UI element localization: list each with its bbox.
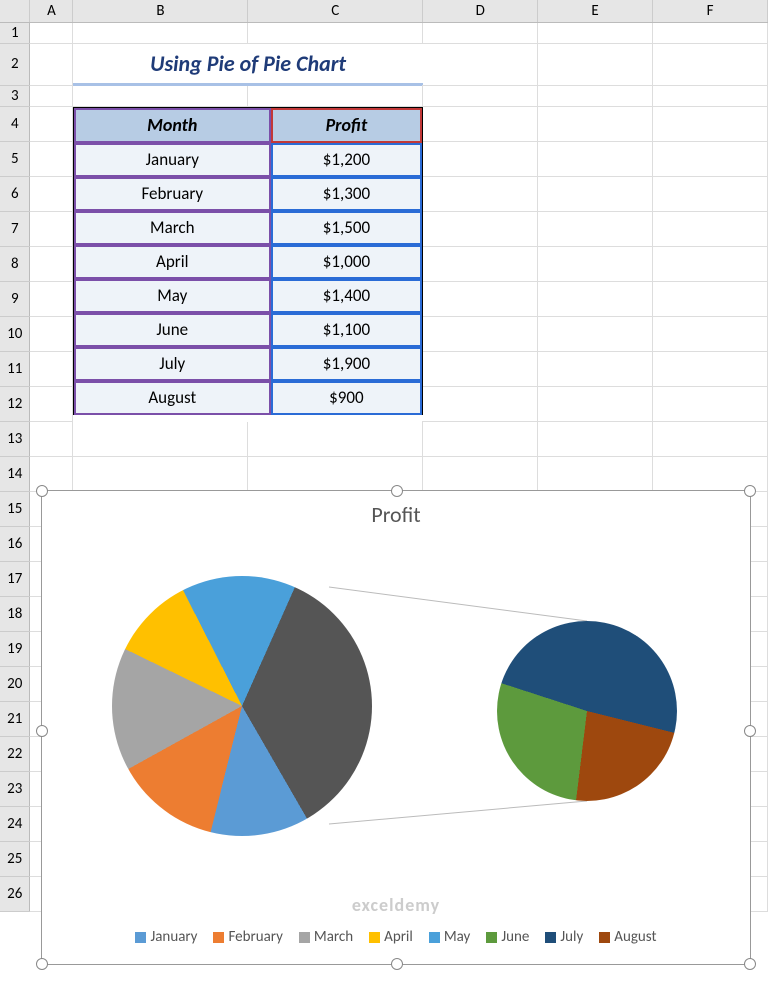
row-header[interactable]: 25 (0, 842, 30, 877)
row-header[interactable]: 24 (0, 807, 30, 842)
primary-pie[interactable] (112, 576, 372, 836)
cell-month[interactable]: July (74, 347, 271, 381)
cell-month[interactable]: August (74, 381, 271, 415)
col-header-A[interactable]: A (30, 0, 73, 22)
legend-item[interactable]: March (299, 928, 353, 946)
cell-month[interactable]: January (74, 143, 271, 177)
row-header[interactable]: 14 (0, 457, 30, 492)
row-header[interactable]: 22 (0, 737, 30, 772)
row-header[interactable]: 4 (0, 107, 30, 142)
legend-item[interactable]: July (545, 928, 583, 946)
row-header[interactable]: 23 (0, 772, 30, 807)
row-header[interactable]: 26 (0, 877, 30, 912)
cell-month[interactable]: February (74, 177, 271, 211)
secondary-pie[interactable] (497, 621, 677, 801)
watermark: exceldemy (352, 894, 440, 916)
cell-month[interactable]: March (74, 211, 271, 245)
chart-object[interactable]: Profit exceldemy January February March Apr… (41, 490, 751, 965)
header-profit[interactable]: Profit (271, 108, 423, 143)
row-header[interactable]: 15 (0, 492, 30, 527)
resize-handle[interactable] (36, 958, 48, 970)
chart-legend[interactable]: January February March April May June July Augu… (42, 928, 750, 946)
row-header[interactable]: 5 (0, 142, 30, 177)
data-table[interactable]: Month Profit January$1,200 February$1,30… (73, 107, 422, 415)
legend-item[interactable]: February (213, 928, 282, 946)
row-header[interactable]: 8 (0, 247, 30, 282)
cell-month[interactable]: June (74, 313, 271, 347)
cell-profit[interactable]: $900 (271, 381, 423, 415)
col-header-F[interactable]: F (653, 0, 768, 22)
resize-handle[interactable] (36, 725, 48, 737)
col-header-E[interactable]: E (538, 0, 653, 22)
col-header-C[interactable]: C (248, 0, 423, 22)
legend-item[interactable]: January (135, 928, 197, 946)
resize-handle[interactable] (391, 958, 403, 970)
row-header[interactable]: 13 (0, 422, 30, 457)
cell-profit[interactable]: $1,400 (271, 279, 423, 313)
legend-item[interactable]: May (429, 928, 471, 946)
legend-item[interactable]: April (369, 928, 413, 946)
resize-handle[interactable] (744, 725, 756, 737)
cell-profit[interactable]: $1,000 (271, 245, 423, 279)
resize-handle[interactable] (744, 958, 756, 970)
cell-month[interactable]: April (74, 245, 271, 279)
row-header[interactable]: 17 (0, 562, 30, 597)
cell-profit[interactable]: $1,100 (271, 313, 423, 347)
chart-title[interactable]: Profit (42, 501, 750, 528)
row-header[interactable]: 10 (0, 317, 30, 352)
row-header[interactable]: 1 (0, 22, 30, 43)
legend-item[interactable]: August (599, 928, 656, 946)
cell-month[interactable]: May (74, 279, 271, 313)
resize-handle[interactable] (744, 485, 756, 497)
row-header[interactable]: 21 (0, 702, 30, 737)
cell-profit[interactable]: $1,200 (271, 143, 423, 177)
col-header-B[interactable]: B (73, 0, 248, 22)
row-header[interactable]: 16 (0, 527, 30, 562)
row-header[interactable]: 12 (0, 387, 30, 422)
row-header[interactable]: 9 (0, 282, 30, 317)
col-header-D[interactable]: D (423, 0, 538, 22)
row-header[interactable]: 11 (0, 352, 30, 387)
resize-handle[interactable] (36, 485, 48, 497)
row-header[interactable]: 2 (0, 43, 30, 86)
select-all-cell[interactable] (0, 0, 30, 22)
legend-item[interactable]: June (486, 928, 529, 946)
row-header[interactable]: 7 (0, 212, 30, 247)
resize-handle[interactable] (391, 485, 403, 497)
row-header[interactable]: 20 (0, 667, 30, 702)
row-header[interactable]: 18 (0, 597, 30, 632)
row-header[interactable]: 3 (0, 86, 30, 107)
header-month[interactable]: Month (74, 108, 271, 143)
cell-profit[interactable]: $1,900 (271, 347, 423, 381)
row-header[interactable]: 6 (0, 177, 30, 212)
worksheet-title: Using Pie of Pie Chart (73, 44, 422, 86)
cell-profit[interactable]: $1,500 (271, 211, 423, 245)
row-header[interactable]: 19 (0, 632, 30, 667)
cell-profit[interactable]: $1,300 (271, 177, 423, 211)
